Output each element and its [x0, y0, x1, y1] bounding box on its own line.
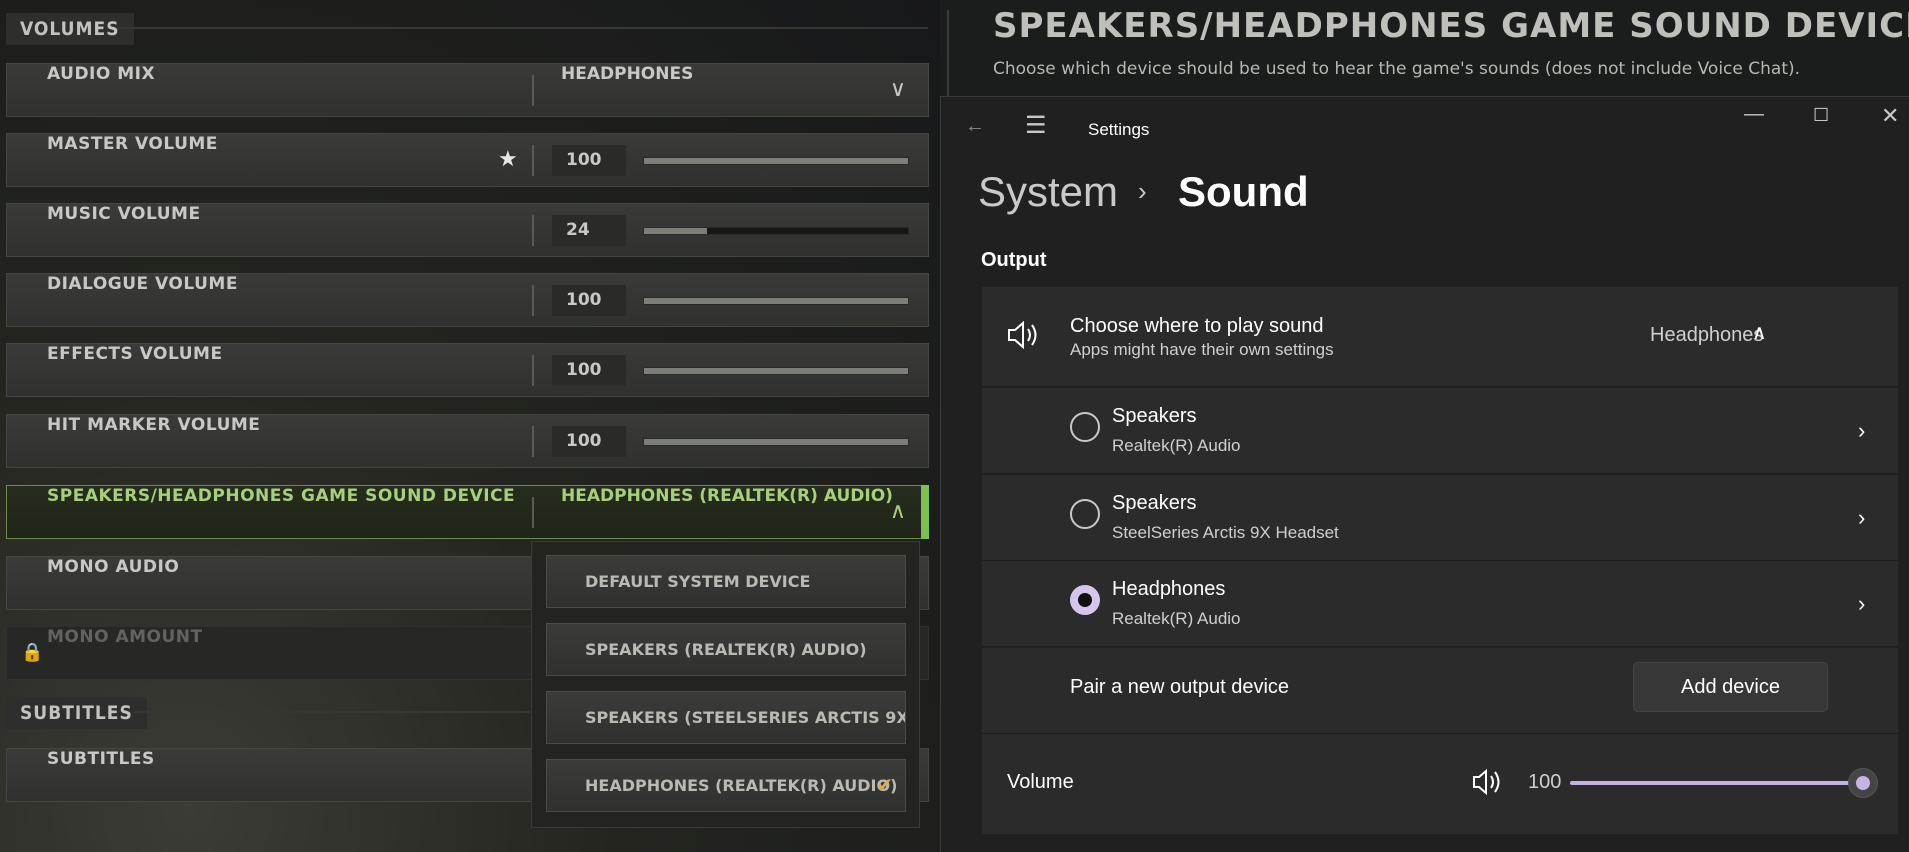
divider	[532, 426, 534, 457]
volume-slider[interactable]	[643, 367, 909, 375]
detail-description: Choose which device should be used to he…	[993, 59, 1801, 79]
setting-label: AUDIO MIX	[47, 64, 156, 84]
setting-label: EFFECTS VOLUME	[47, 344, 223, 364]
device-subtitle: SteelSeries Arctis 9X Headset	[1112, 523, 1339, 542]
divider	[532, 497, 534, 528]
setting-label: MUSIC VOLUME	[47, 204, 201, 224]
divider	[118, 27, 928, 29]
volume-slider[interactable]	[643, 157, 909, 165]
music-volume-setting[interactable]: MUSIC VOLUME 24	[6, 203, 929, 257]
detail-title: SPEAKERS/HEADPHONES GAME SOUND DEVICE	[993, 6, 1909, 46]
device-name: Speakers	[1112, 492, 1197, 514]
minimize-icon[interactable]: —	[1744, 103, 1764, 126]
slider-fill	[644, 439, 908, 445]
volume-label: Volume	[1007, 771, 1074, 793]
volume-value[interactable]: 100	[552, 355, 626, 386]
volume-slider[interactable]	[643, 227, 909, 235]
chevron-right-icon[interactable]: ›	[1858, 591, 1865, 617]
divider	[532, 355, 534, 386]
chevron-right-icon[interactable]: ›	[1858, 418, 1865, 444]
current-output: Headphones	[1650, 324, 1764, 346]
setting-label: MONO AMOUNT	[47, 627, 203, 647]
speaker-icon[interactable]	[1471, 767, 1503, 797]
volume-slider[interactable]	[643, 297, 909, 305]
effects-volume-setting[interactable]: EFFECTS VOLUME 100	[6, 343, 929, 397]
radio-button[interactable]	[1070, 499, 1100, 529]
audio-mix-setting[interactable]: AUDIO MIX HEADPHONES ∨	[6, 63, 929, 117]
output-device-item[interactable]: Headphones Realtek(R) Audio ›	[982, 561, 1898, 647]
device-subtitle: Realtek(R) Audio	[1112, 436, 1241, 455]
volume-value[interactable]: 100	[552, 426, 626, 457]
section-header-subtitles: SUBTITLES	[6, 697, 147, 729]
lock-icon: 🔒	[21, 642, 44, 663]
dialogue-volume-setting[interactable]: DIALOGUE VOLUME 100	[6, 273, 929, 327]
volume-card: Volume 100	[982, 734, 1898, 834]
setting-value: HEADPHONES	[561, 64, 694, 84]
device-name: Speakers	[1112, 405, 1197, 427]
close-icon[interactable]: ✕	[1881, 103, 1899, 129]
app-title: Settings	[1088, 120, 1150, 139]
maximize-icon[interactable]: ☐	[1813, 105, 1829, 126]
sound-device-dropdown: DEFAULT SYSTEM DEVICE SPEAKERS (REALTEK(…	[531, 541, 920, 828]
hit-marker-volume-setting[interactable]: HIT MARKER VOLUME 100	[6, 414, 929, 468]
slider-fill	[644, 158, 908, 164]
dropdown-option[interactable]: SPEAKERS (REALTEK(R) AUDIO)	[546, 623, 906, 676]
chevron-up-icon[interactable]: ∧	[1752, 320, 1767, 345]
chevron-down-icon[interactable]: ∨	[890, 77, 906, 102]
setting-label: MASTER VOLUME	[47, 134, 218, 154]
volume-value[interactable]: 24	[552, 215, 626, 246]
choose-output-card[interactable]: Choose where to play sound Apps might ha…	[982, 287, 1898, 387]
chevron-right-icon[interactable]: ›	[1858, 505, 1865, 531]
divider	[532, 75, 534, 106]
section-header-volumes: VOLUMES	[6, 13, 134, 45]
dropdown-option[interactable]: DEFAULT SYSTEM DEVICE	[546, 555, 906, 608]
pair-device-row: Pair a new output device Add device	[982, 648, 1898, 734]
radio-button-selected[interactable]	[1070, 585, 1100, 615]
divider	[532, 145, 534, 176]
back-arrow-icon[interactable]: ←	[965, 115, 985, 138]
setting-label: SPEAKERS/HEADPHONES GAME SOUND DEVICE	[47, 486, 516, 506]
output-device-item[interactable]: Speakers Realtek(R) Audio ›	[982, 388, 1898, 474]
master-volume-setting[interactable]: MASTER VOLUME ★ 100	[6, 133, 929, 187]
option-label: HEADPHONES (REALTEK(R) AUDIO)	[585, 776, 898, 795]
chevron-right-icon: ›	[1138, 176, 1147, 206]
volume-value: 100	[1528, 771, 1562, 793]
breadcrumb-system[interactable]: System	[978, 168, 1118, 216]
add-device-button[interactable]: Add device	[1633, 662, 1828, 712]
settings-window: ← ☰ Settings — ☐ ✕ System › Sound Output…	[940, 96, 1909, 852]
device-name: Headphones	[1112, 578, 1226, 600]
speaker-icon	[1008, 320, 1037, 350]
device-subtitle: Realtek(R) Audio	[1112, 609, 1241, 628]
divider	[532, 285, 534, 316]
setting-label: MONO AUDIO	[47, 557, 180, 577]
setting-label: HIT MARKER VOLUME	[47, 415, 261, 435]
card-subtitle: Apps might have their own settings	[1070, 340, 1334, 359]
dropdown-option-selected[interactable]: HEADPHONES (REALTEK(R) AUDIO) ✔	[546, 759, 906, 812]
volume-slider-thumb[interactable]	[1848, 768, 1878, 798]
slider-fill	[644, 298, 908, 304]
page-title: Sound	[1178, 168, 1309, 215]
setting-label: SUBTITLES	[47, 749, 155, 769]
dropdown-option[interactable]: SPEAKERS (STEELSERIES ARCTIS 9X HEADSET)	[546, 691, 906, 744]
output-device-item[interactable]: Speakers SteelSeries Arctis 9X Headset ›	[982, 475, 1898, 561]
divider	[532, 215, 534, 246]
checkmark-icon: ✔	[876, 773, 893, 797]
output-section-header: Output	[981, 249, 1047, 271]
volume-slider-track[interactable]	[1570, 781, 1862, 785]
volume-slider[interactable]	[643, 438, 909, 446]
pair-label: Pair a new output device	[1070, 676, 1290, 698]
chevron-up-icon[interactable]: ∧	[890, 499, 906, 524]
slider-fill	[644, 368, 908, 374]
volume-value[interactable]: 100	[552, 285, 626, 316]
card-title: Choose where to play sound	[1070, 315, 1324, 337]
divider	[134, 711, 530, 713]
setting-label: DIALOGUE VOLUME	[47, 274, 238, 294]
game-sound-device-setting[interactable]: SPEAKERS/HEADPHONES GAME SOUND DEVICE HE…	[6, 485, 929, 539]
setting-value: HEADPHONES (REALTEK(R) AUDIO)	[561, 486, 893, 506]
slider-fill	[644, 228, 708, 234]
volume-value[interactable]: 100	[552, 145, 626, 176]
radio-button[interactable]	[1070, 412, 1100, 442]
star-icon: ★	[498, 147, 518, 172]
hamburger-menu-icon[interactable]: ☰	[1025, 111, 1047, 140]
